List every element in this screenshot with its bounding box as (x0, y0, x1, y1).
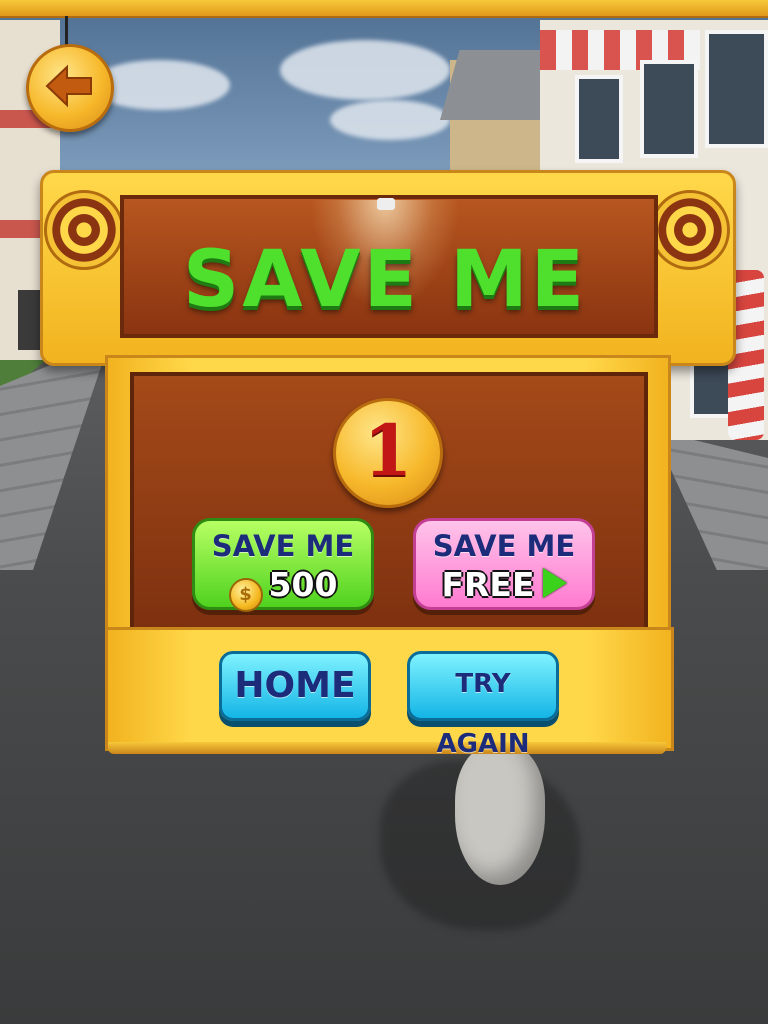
cloud (330, 100, 450, 140)
save-me-free-row: FREE (416, 565, 592, 604)
save-me-coins-label: SAVE ME (211, 529, 355, 563)
countdown-badge: 1 (333, 398, 443, 508)
save-me-coins-button[interactable]: SAVE ME $500 (192, 518, 374, 612)
window (640, 60, 698, 158)
save-me-free-label: SAVE ME (432, 529, 576, 563)
back-button[interactable] (26, 44, 114, 132)
coin-amount: 500 (268, 565, 338, 604)
swirl-ornament-right (650, 190, 730, 270)
save-me-free-button[interactable]: SAVE ME FREE (413, 518, 595, 610)
top-bar (0, 0, 768, 18)
panel-frame-bottom (105, 627, 674, 751)
cloud (280, 40, 450, 100)
coin-icon: $ (228, 578, 263, 612)
free-label: FREE (441, 565, 535, 604)
dialog-title: SAVE ME (183, 235, 587, 325)
play-icon (542, 568, 567, 598)
panel-frame-lip (108, 742, 666, 754)
swirl-ornament-left (44, 190, 124, 270)
save-me-cost: $500 (195, 565, 371, 612)
back-arrow-icon (45, 64, 92, 108)
window (575, 75, 623, 163)
hanging-string (65, 16, 68, 46)
home-button[interactable]: HOME (219, 651, 371, 721)
window (705, 30, 768, 148)
try-again-button[interactable]: TRY AGAIN (407, 651, 559, 759)
lamp-icon (377, 198, 395, 210)
